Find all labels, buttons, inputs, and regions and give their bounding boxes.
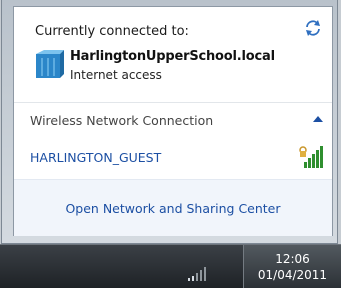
open-network-sharing-center-link[interactable]: Open Network and Sharing Center xyxy=(65,201,280,216)
tray-network-icon[interactable] xyxy=(186,267,208,281)
network-flyout-frame: Currently connected to: HarlingtonUpperS… xyxy=(1,0,338,244)
wireless-section-label: Wireless Network Connection xyxy=(30,112,214,128)
taskbar-clock[interactable]: 12:06 01/04/2011 xyxy=(243,245,341,288)
connected-network-name: HarlingtonUpperSchool.local xyxy=(70,49,275,64)
refresh-icon[interactable] xyxy=(304,19,322,37)
wifi-network-name: HARLINGTON_GUEST xyxy=(30,150,162,165)
footer-bar: Open Network and Sharing Center xyxy=(14,179,332,236)
domain-network-icon xyxy=(36,50,64,78)
connected-network-status: Internet access xyxy=(70,68,162,82)
clock-date: 01/04/2011 xyxy=(257,267,328,282)
connected-section: Currently connected to: HarlingtonUpperS… xyxy=(14,7,332,101)
wifi-secured-signal-icon xyxy=(299,146,323,168)
taskbar: 12:06 01/04/2011 xyxy=(0,244,341,288)
chevron-up-icon[interactable] xyxy=(312,114,324,124)
wifi-network-item[interactable]: HARLINGTON_GUEST xyxy=(14,138,332,178)
wireless-section-header[interactable]: Wireless Network Connection xyxy=(14,103,332,137)
network-flyout-panel: Currently connected to: HarlingtonUpperS… xyxy=(13,6,333,236)
connected-title: Currently connected to: xyxy=(35,24,189,39)
clock-time: 12:06 xyxy=(275,251,310,266)
